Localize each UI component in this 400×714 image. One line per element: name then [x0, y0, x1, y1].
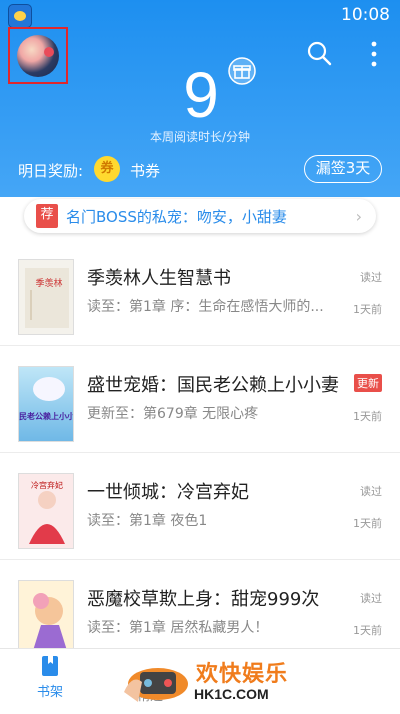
more-icon[interactable]: [362, 40, 386, 68]
book-title: 盛世宠婚：国民老公赖上小小妻: [87, 375, 339, 396]
chevron-right-icon: ›: [355, 207, 362, 226]
cover-title-text: 冷宫弃妃: [31, 480, 63, 490]
book-time: 1天前: [353, 303, 382, 316]
book-item[interactable]: 国民老公赖上小小妻 盛世宠婚：国民老公赖上小小妻 更新至：第679章 无限心疼 …: [0, 366, 400, 480]
recommend-text: 名门BOSS的私宠：吻安，小甜妻: [66, 208, 287, 226]
weekly-reading-minutes: 9: [183, 59, 219, 131]
coupon-icon: 券: [94, 156, 120, 182]
reward-label: 明日奖励:: [18, 162, 84, 180]
book-time: 1天前: [353, 410, 382, 423]
watermark: 欢快娱乐 HK1C.COM: [118, 652, 288, 710]
status-bar: 10:08: [0, 0, 400, 30]
avatar-button[interactable]: [8, 27, 68, 84]
header: 10:08 9 本周阅读时长/分钟 明日奖励: 券 书券 漏签3天: [0, 0, 400, 197]
coupon-text: 书券: [130, 162, 161, 180]
book-title: 恶魔校草欺上身：甜宠999次: [87, 589, 320, 610]
avatar: [17, 35, 59, 77]
recommend-banner[interactable]: 荐 名门BOSS的私宠：吻安，小甜妻 ›: [24, 199, 376, 233]
book-status: 读过: [360, 271, 382, 284]
book-progress: 读至：第1章 夜色1: [87, 513, 208, 529]
book-status: 读过: [360, 485, 382, 498]
divider: [0, 452, 400, 453]
weekly-reading-label: 本周阅读时长/分钟: [149, 130, 251, 144]
book-time: 1天前: [353, 624, 382, 637]
book-title: 季羡林人生智慧书: [87, 268, 231, 289]
watermark-url: HK1C.COM: [194, 686, 269, 702]
update-badge: 更新: [354, 374, 382, 392]
divider: [0, 345, 400, 346]
book-progress: 读至：第1章 序：生命在感悟大师的...: [87, 299, 324, 315]
missed-checkin-button[interactable]: 漏签3天: [304, 155, 382, 183]
bookshelf-icon: [42, 656, 58, 676]
book-cover: [18, 580, 74, 656]
divider: [0, 559, 400, 560]
book-time: 1天前: [353, 517, 382, 530]
book-progress: 读至：第1章 居然私藏男人！: [87, 620, 269, 636]
book-item[interactable]: 季羡林 季羡林人生智慧书 读至：第1章 序：生命在感悟大师的... 读过 1天前: [0, 259, 400, 373]
gamepad-icon: [124, 668, 188, 702]
cover-title-text: 国民老公赖上小小妻: [19, 411, 74, 421]
book-title: 一世倾城：冷宫弃妃: [87, 482, 249, 503]
book-cover: 国民老公赖上小小妻: [18, 366, 74, 442]
app-notification-icon: [8, 4, 32, 28]
book-cover: 季羡林: [18, 259, 74, 335]
nav-bookshelf[interactable]: 书架: [10, 655, 90, 700]
nav-bookshelf-label: 书架: [36, 685, 63, 700]
gift-icon[interactable]: [228, 57, 256, 85]
recommend-tag: 荐: [36, 204, 58, 228]
avatar-badge-dot: [44, 47, 54, 57]
book-progress: 更新至：第679章 无限心疼: [87, 406, 259, 422]
watermark-text: 欢快娱乐: [196, 662, 289, 687]
book-cover: 冷宫弃妃: [18, 473, 74, 549]
book-item[interactable]: 冷宫弃妃 一世倾城：冷宫弃妃 读至：第1章 夜色1 读过 1天前: [0, 473, 400, 587]
cover-title-text: 季羡林: [35, 277, 62, 289]
search-icon[interactable]: [306, 40, 332, 66]
book-status: 读过: [360, 592, 382, 605]
status-time: 10:08: [341, 5, 390, 25]
